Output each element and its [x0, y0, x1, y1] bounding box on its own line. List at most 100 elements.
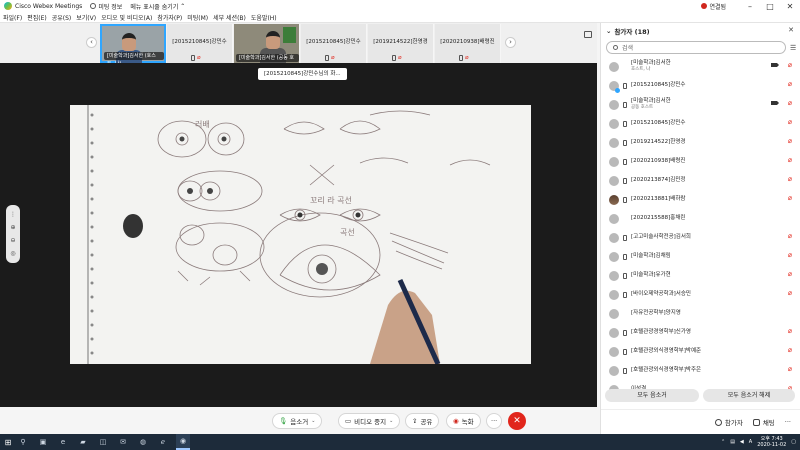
muted-mic-icon[interactable]: ⌀	[788, 346, 792, 354]
more-button[interactable]: ···	[486, 413, 503, 429]
mail-icon[interactable]: ✉	[116, 434, 130, 450]
volume-icon[interactable]: ◀	[740, 439, 744, 445]
muted-mic-icon[interactable]: ⌀	[788, 118, 792, 126]
avatar	[609, 99, 619, 110]
participant-row[interactable]: [2015210845]강민수 ⌀	[601, 76, 800, 95]
participant-row[interactable]: [미술학과]김서한 호스트, 나 ⌀	[601, 57, 800, 76]
windows-start-icon[interactable]: ⊞	[0, 434, 16, 450]
muted-mic-icon[interactable]: ⌀	[788, 194, 792, 202]
menu-breakout[interactable]: 세부 세션(B)	[213, 13, 246, 22]
meeting-info-button[interactable]: 미팅 정보	[90, 2, 122, 11]
minimize-button[interactable]: –	[740, 2, 760, 11]
participant-row[interactable]: [2020215588]홍채린	[601, 209, 800, 228]
menu-edit[interactable]: 편집(E)	[27, 13, 47, 22]
menu-help[interactable]: 도움말(H)	[251, 13, 277, 22]
menu-meeting[interactable]: 미팅(M)	[187, 13, 208, 22]
store-icon[interactable]: ◫	[96, 434, 110, 450]
tab-chat[interactable]: 채팅	[752, 417, 775, 427]
edge-icon[interactable]: e	[56, 434, 70, 450]
ime-icon[interactable]: A	[749, 439, 752, 445]
menu-share[interactable]: 공유(S)	[52, 13, 72, 22]
task-view-icon[interactable]: ▣	[36, 434, 50, 450]
muted-mic-icon[interactable]: ⌀	[788, 365, 792, 373]
close-panel-icon[interactable]: ✕	[788, 26, 794, 34]
participant-row[interactable]: [2020213881]배하람 ⌀	[601, 190, 800, 209]
webex-taskbar-icon[interactable]: ◉	[176, 434, 190, 450]
phone-icon	[623, 158, 627, 165]
mute-all-button[interactable]: 모두 음소거	[605, 389, 699, 402]
participant-thumbnail[interactable]: [2020210938]배령진 ⌀	[435, 24, 501, 63]
participant-row[interactable]: [미술학과]김채림 ⌀	[601, 247, 800, 266]
participant-row[interactable]: [미술학과]유가현 ⌀	[601, 266, 800, 285]
menu-audio-video[interactable]: 오디오 및 비디오(A)	[101, 13, 152, 22]
close-window-button[interactable]: ✕	[780, 2, 800, 11]
tab-participants[interactable]: 참가자	[714, 417, 743, 427]
muted-mic-icon[interactable]: ⌀	[788, 175, 792, 183]
menu-view[interactable]: 보기(V)	[76, 13, 96, 22]
chevron-down-icon[interactable]: ⌄	[311, 418, 315, 424]
record-button[interactable]: ◉ 녹화	[446, 413, 481, 429]
muted-mic-icon[interactable]: ⌀	[788, 61, 792, 69]
menu-file[interactable]: 파일(F)	[3, 13, 22, 22]
video-thumbnail[interactable]: [미술학과]김서한 (호스트, 나)	[100, 24, 166, 67]
search-input[interactable]: 검색	[606, 41, 786, 54]
zoom-in-icon[interactable]: ⊕	[10, 224, 15, 231]
muted-mic-icon[interactable]: ⌀	[788, 270, 792, 278]
search-icon[interactable]: ⚲	[16, 434, 30, 450]
tray-chevron-icon[interactable]: ⌃	[721, 439, 725, 445]
participant-row[interactable]: [호텔관광외식경영학부]박주은 ⌀	[601, 361, 800, 380]
participant-row[interactable]: [호텔관광경영학부]신가영 ⌀	[601, 323, 800, 342]
participant-thumbnail[interactable]: [2015210845]강민수 ⌀	[167, 24, 233, 63]
mute-button[interactable]: 🎙 음소거 ⌄	[272, 413, 323, 429]
sort-icon[interactable]: ☰	[790, 44, 796, 52]
video-camera-icon[interactable]	[771, 101, 779, 105]
strip-prev-button[interactable]: ‹	[86, 37, 97, 48]
share-button[interactable]: ⇪ 공유	[405, 413, 440, 429]
layout-icon[interactable]	[584, 31, 592, 38]
zoom-out-icon[interactable]: ⊖	[10, 237, 15, 244]
network-icon[interactable]: ▤	[730, 439, 735, 445]
browser-icon[interactable]: ◍	[136, 434, 150, 450]
participant-thumbnail[interactable]: [2015210845]강민수 ⌀	[301, 24, 367, 63]
fit-icon[interactable]: ◎	[10, 250, 15, 257]
muted-mic-icon[interactable]: ⌀	[788, 289, 792, 297]
chevron-down-icon[interactable]: ⌄	[389, 418, 393, 424]
hide-menu-button[interactable]: 메뉴 표시줄 숨기기 ⌃	[130, 2, 185, 11]
participant-row[interactable]: [2015210845]강민수 ⌀	[601, 114, 800, 133]
clock[interactable]: 오후 7:43 2020-11-02	[757, 436, 786, 448]
participant-row[interactable]: [바이오제약공학과]서승민 ⌀	[601, 285, 800, 304]
panel-header: ⌄ 참가자 (18) ✕	[601, 23, 800, 38]
notification-icon[interactable]: ▢	[791, 439, 796, 445]
participant-thumbnail[interactable]: [2019214522]한영경 ⌀	[368, 24, 434, 63]
participant-row[interactable]: [고고미술사학전공]김서희 ⌀	[601, 228, 800, 247]
participant-row[interactable]: [2020210938]배령진 ⌀	[601, 152, 800, 171]
chevron-down-icon[interactable]: ⌄	[606, 27, 611, 35]
video-camera-icon[interactable]	[771, 63, 779, 67]
participant-row[interactable]: [2020213874]김민정 ⌀	[601, 171, 800, 190]
video-thumbnail[interactable]: [미술학과]김서한 (공동 호스트)	[234, 24, 300, 69]
participant-strip: ‹ [미술학과]김서한 (호스트, 나) [2015210845]강민수 ⌀ […	[0, 23, 597, 69]
share-badge[interactable]: [2015210845]강민수님의 화...	[258, 68, 347, 80]
participant-row[interactable]: [자유전공학부]양지영	[601, 304, 800, 323]
muted-mic-icon[interactable]: ⌀	[788, 99, 792, 107]
shared-sketch: 러배 꼬리 라 곡선 곡선	[70, 105, 531, 364]
maximize-button[interactable]: □	[760, 2, 780, 11]
unmute-all-button[interactable]: 모두 음소거 해제	[703, 389, 795, 402]
muted-mic-icon[interactable]: ⌀	[788, 156, 792, 164]
grip-icon[interactable]: ⋮	[10, 211, 16, 218]
muted-mic-icon[interactable]: ⌀	[788, 251, 792, 259]
muted-mic-icon[interactable]: ⌀	[788, 232, 792, 240]
muted-mic-icon[interactable]: ⌀	[788, 327, 792, 335]
file-explorer-icon[interactable]: ▰	[76, 434, 90, 450]
strip-next-button[interactable]: ›	[505, 37, 516, 48]
muted-mic-icon[interactable]: ⌀	[788, 80, 792, 88]
muted-mic-icon[interactable]: ⌀	[788, 137, 792, 145]
participant-row[interactable]: [미술학과]김서한 공동 호스트 ⌀	[601, 95, 800, 114]
stop-video-button[interactable]: ▭ 비디오 중지 ⌄	[338, 413, 401, 429]
participant-row[interactable]: [2019214522]한영경 ⌀	[601, 133, 800, 152]
menu-participant[interactable]: 참가자(P)	[157, 13, 182, 22]
more-options-icon[interactable]: ···	[785, 418, 791, 426]
ie-icon[interactable]: ℯ	[156, 434, 170, 450]
participant-row[interactable]: [호텔관광외식경영학부]박예준 ⌀	[601, 342, 800, 361]
end-meeting-button[interactable]: ✕	[508, 412, 526, 430]
